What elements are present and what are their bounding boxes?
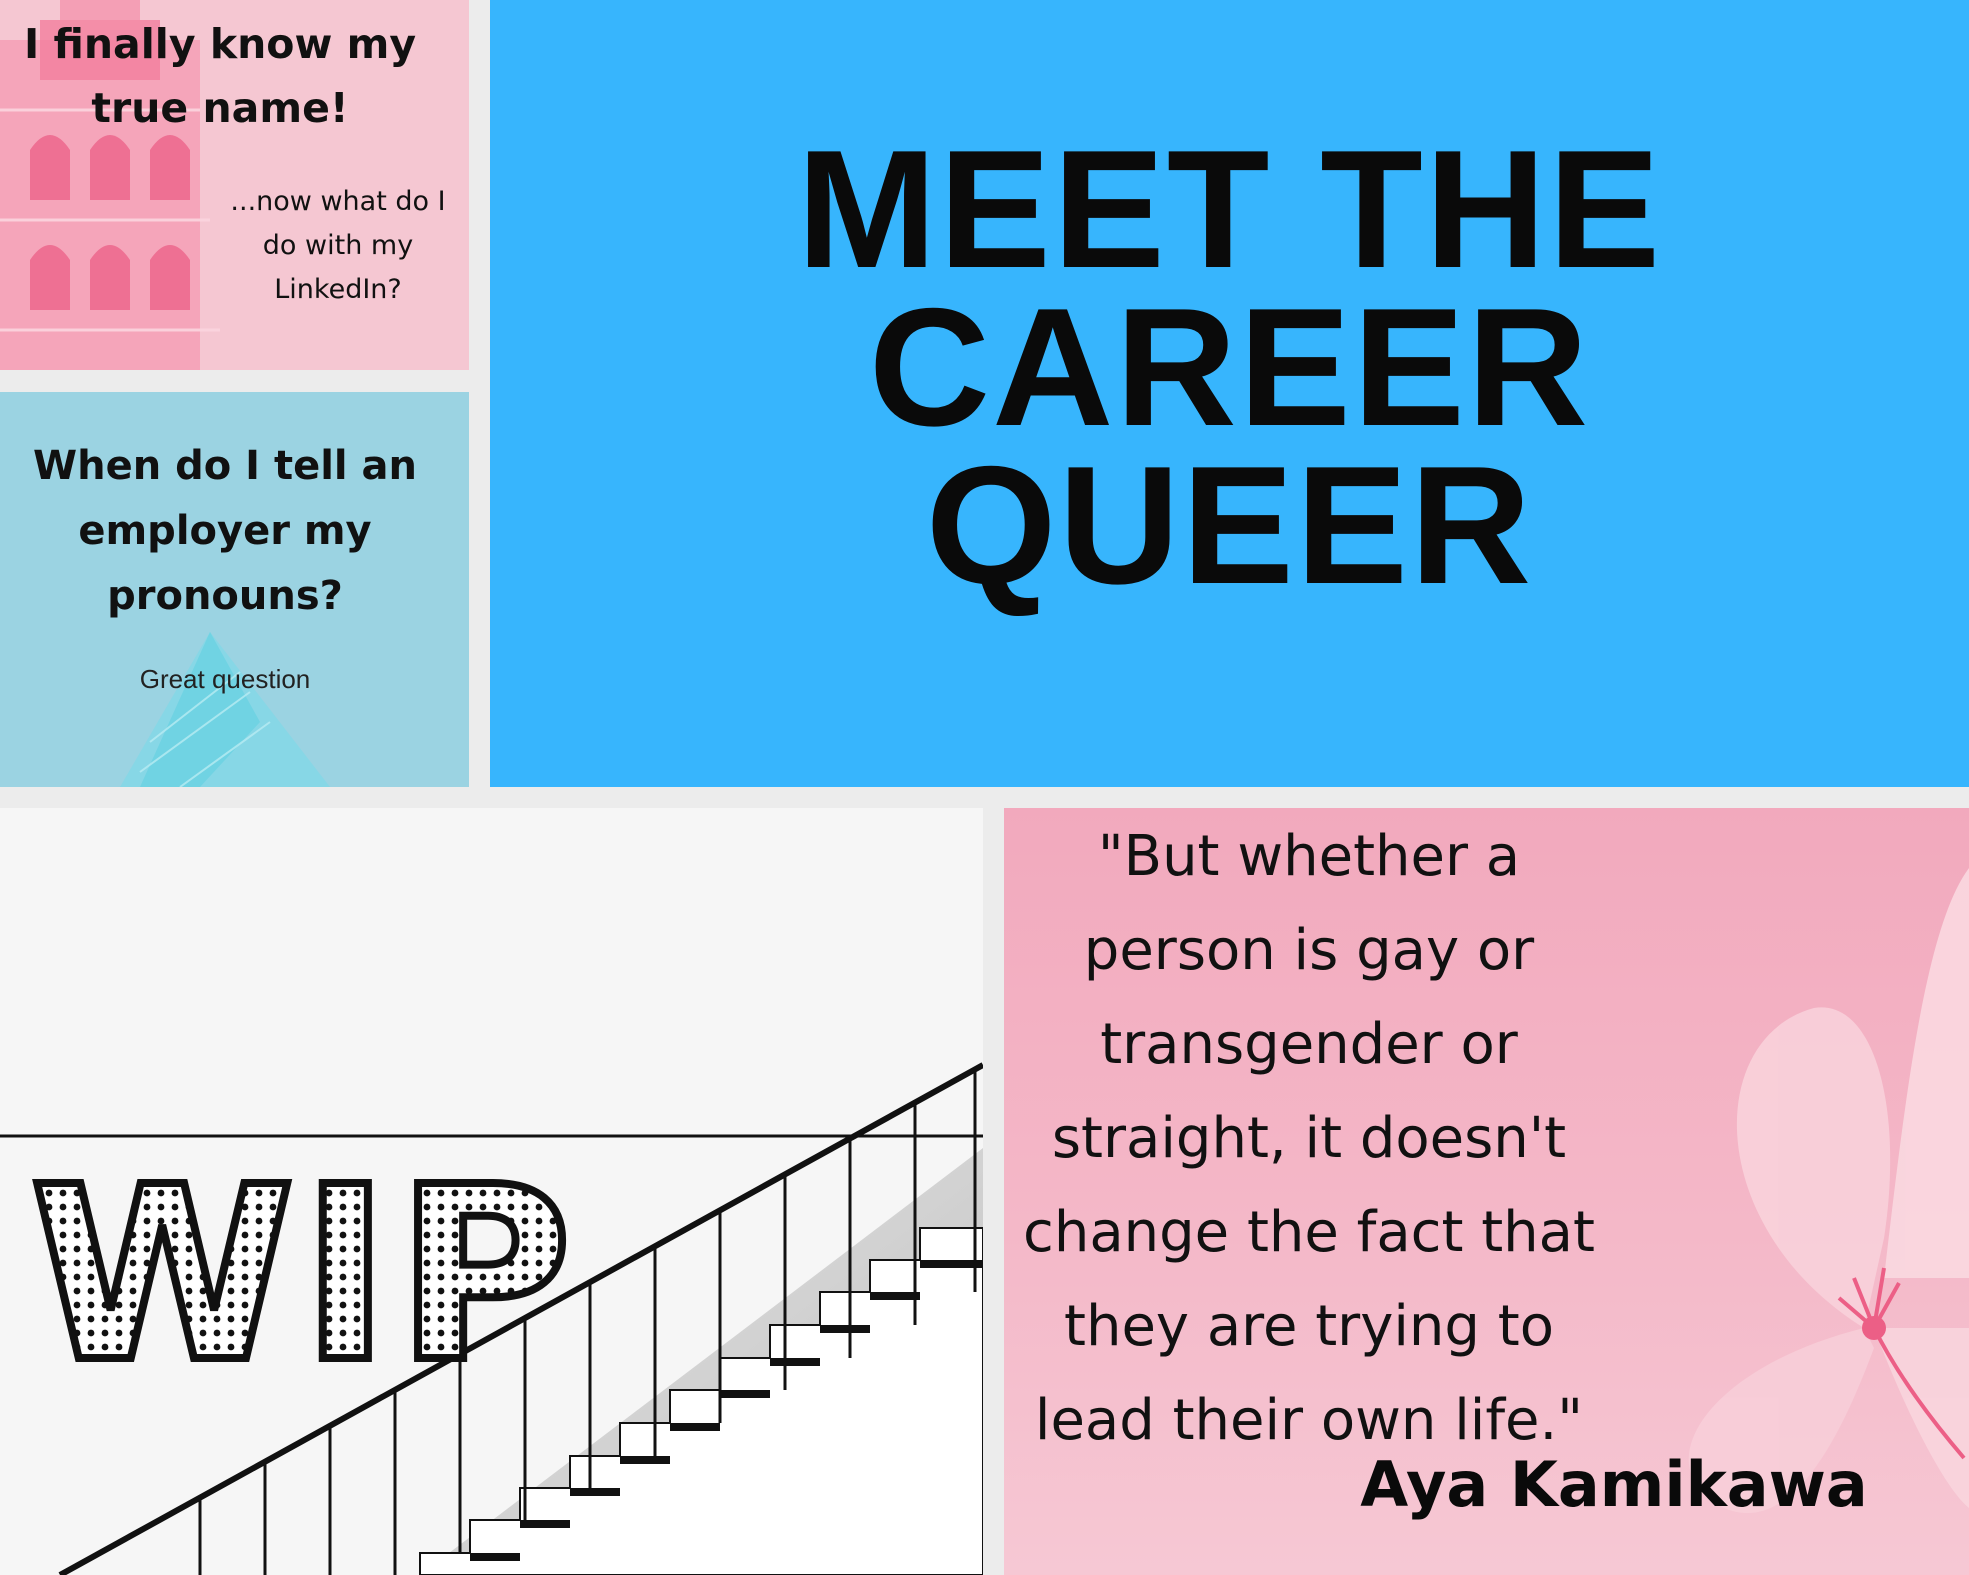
title-line-2: CAREER xyxy=(868,273,1591,461)
quote-tile: "But whether a person is gay or transgen… xyxy=(1004,808,1969,1575)
title-line-1: MEET THE xyxy=(796,115,1663,303)
page-title: MEET THE CAREER QUEER xyxy=(490,115,1969,619)
pronouns-subtext: Great question xyxy=(139,664,311,694)
quote-text: "But whether a person is gay or transgen… xyxy=(1023,824,1595,1453)
title-line-3: QUEER xyxy=(925,431,1534,619)
pronouns-tile: When do I tell an employer my pronouns? … xyxy=(0,392,469,787)
quote-author: Aya Kamikawa xyxy=(1360,1448,1868,1521)
wip-label: WIP xyxy=(30,1135,578,1415)
staircase-illustration: WIP xyxy=(0,808,983,1575)
pronouns-headline: When do I tell an employer my pronouns? xyxy=(32,443,418,619)
wip-tile: WIP xyxy=(0,808,983,1575)
title-tile: MEET THE CAREER QUEER xyxy=(490,0,1969,787)
name-subtext: ...now what do I do with my LinkedIn? xyxy=(230,186,446,305)
name-tile: I finally know my true name! ...now what… xyxy=(0,0,469,370)
name-headline: I finally know my true name! xyxy=(23,20,417,132)
